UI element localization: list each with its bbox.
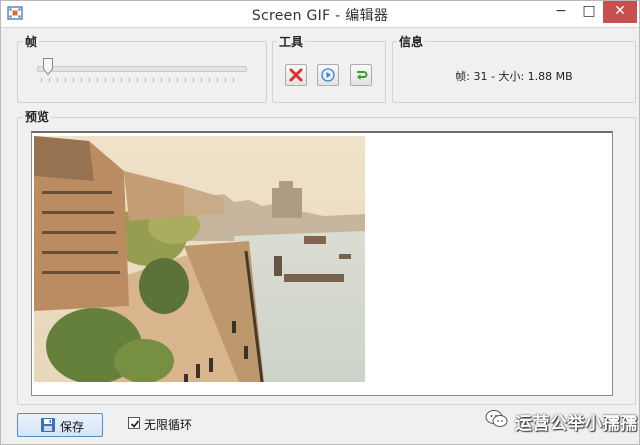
delete-frame-button[interactable] <box>285 64 307 86</box>
watermark-text: 运营公举小孺孺 <box>515 414 638 434</box>
infinite-loop-label: 无限循环 <box>144 418 193 432</box>
delete-x-icon <box>289 68 303 82</box>
floppy-disk-icon <box>41 418 55 432</box>
loop-arrow-icon <box>357 71 368 80</box>
frames-group-label: 帧 <box>23 33 40 50</box>
preview-group-label: 预览 <box>23 108 52 125</box>
frame-slider-thumb[interactable] <box>42 58 53 75</box>
wechat-icon <box>485 410 508 427</box>
maximize-button[interactable]: □ <box>575 1 603 23</box>
frames-group <box>17 41 267 103</box>
minimize-button[interactable]: − <box>547 1 575 23</box>
info-group-label: 信息 <box>397 33 426 50</box>
close-button[interactable]: ✕ <box>603 1 637 23</box>
tools-group-label: 工具 <box>277 33 306 50</box>
loop-button[interactable] <box>350 64 372 86</box>
frame-slider-track[interactable] <box>37 66 247 72</box>
title-bar[interactable]: Screen GIF - 编辑器 − □ ✕ <box>1 1 639 28</box>
save-button-label: 保存 <box>60 420 85 434</box>
editor-window: Screen GIF - 编辑器 − □ ✕ 帧 工具 信息 帧: 31 - 大… <box>0 0 640 445</box>
play-icon <box>321 68 335 82</box>
checkmark-icon <box>130 420 140 428</box>
frame-slider-ticks <box>41 78 241 82</box>
preview-frame-image <box>34 136 365 382</box>
save-button[interactable]: 保存 <box>17 413 103 437</box>
play-button[interactable] <box>317 64 339 86</box>
infinite-loop-checkbox[interactable] <box>128 417 140 429</box>
window-title: Screen GIF - 编辑器 <box>251 8 389 24</box>
frame-size-info: 帧: 31 - 大小: 1.88 MB <box>455 70 573 83</box>
